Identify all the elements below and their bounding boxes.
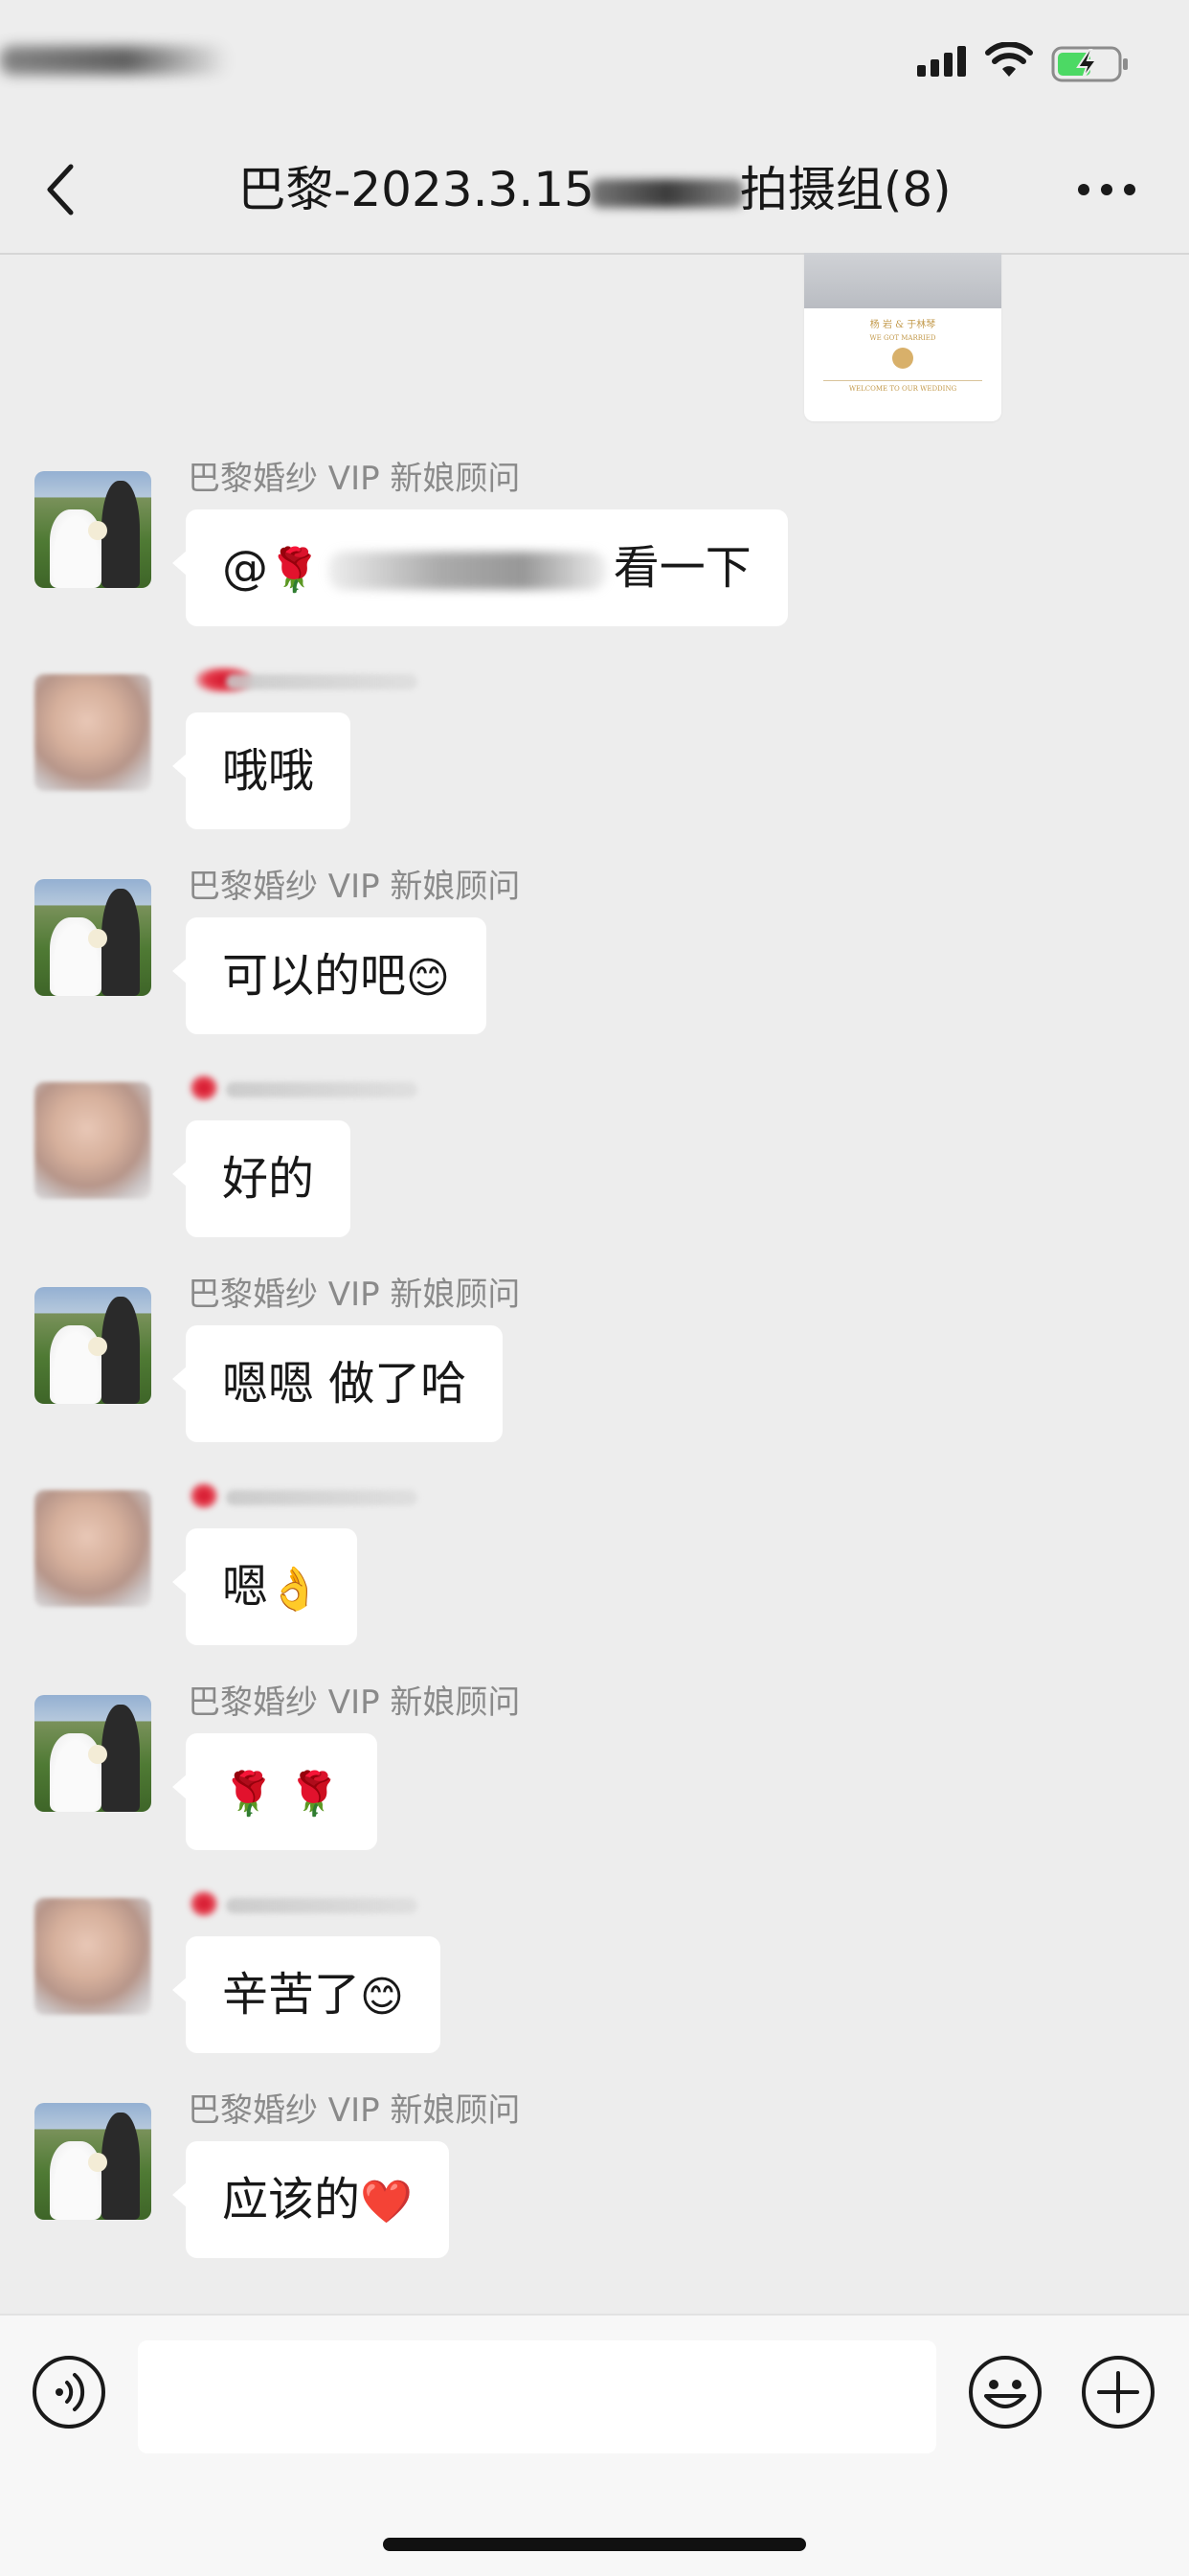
- card-names: 杨 岩 & 于林琴: [869, 320, 936, 330]
- avatar[interactable]: [34, 1898, 151, 2015]
- message-input[interactable]: [138, 2340, 936, 2453]
- chat-title: 巴黎-2023.3.15 拍摄组(8): [0, 161, 1189, 218]
- smile-emoji: 😊: [406, 954, 450, 1003]
- message-text: 嗯: [222, 1560, 269, 1614]
- avatar[interactable]: [34, 1695, 151, 1812]
- sender-name-blurred: [188, 663, 437, 701]
- wifi-icon: [985, 42, 1033, 77]
- plus-icon[interactable]: [1080, 2354, 1156, 2430]
- smile-emoji: 😊: [360, 1973, 404, 2022]
- avatar[interactable]: [34, 1490, 151, 1607]
- heart-emoji: ❤️: [360, 2178, 413, 2226]
- sender-name-blurred: [188, 1071, 437, 1109]
- avatar[interactable]: [34, 879, 151, 996]
- card-welcome: WELCOME TO OUR WEDDING: [848, 385, 957, 393]
- message-text: 嗯嗯 做了哈: [222, 1357, 467, 1411]
- chat-title-prefix: 巴黎-2023.3.15: [237, 162, 594, 217]
- rose-emblem-icon: [892, 348, 913, 369]
- voice-icon[interactable]: [31, 2354, 107, 2430]
- more-icon[interactable]: [1078, 180, 1135, 199]
- sender-name-blurred: [188, 1479, 437, 1517]
- mention-name-blurred: [327, 552, 606, 590]
- message-bubble[interactable]: 好的: [171, 1120, 351, 1237]
- image-message[interactable]: 杨 岩 & 于林琴 WE GOT MARRIED WELCOME TO OUR …: [804, 253, 1001, 421]
- home-indicator[interactable]: [383, 2538, 806, 2551]
- message-text: 辛苦了: [222, 1968, 361, 2022]
- message-bubble[interactable]: 辛苦了😊: [172, 1936, 440, 2053]
- status-time-blurred: [0, 46, 230, 75]
- rose-emoji: 🌹: [268, 546, 321, 595]
- message-bubble[interactable]: 可以的吧😊: [172, 917, 486, 1034]
- ok-hand-emoji: 👌: [268, 1565, 321, 1614]
- emoji-icon[interactable]: [967, 2354, 1043, 2430]
- message-bubble[interactable]: 哦哦: [171, 712, 351, 829]
- avatar[interactable]: [34, 2103, 151, 2220]
- message-bubble[interactable]: 🌹 🌹: [172, 1733, 377, 1850]
- message-text: 应该的: [222, 2173, 361, 2226]
- card-divider: [823, 380, 982, 381]
- sender-name: 巴黎婚纱 VIP 新娘顾问: [188, 2091, 521, 2130]
- sender-name: 巴黎婚纱 VIP 新娘顾问: [188, 1276, 521, 1314]
- avatar[interactable]: [34, 471, 151, 588]
- avatar[interactable]: [34, 1082, 151, 1199]
- input-bar: [0, 2314, 1189, 2576]
- chat-header: 巴黎-2023.3.15 拍摄组(8): [0, 126, 1189, 255]
- avatar[interactable]: [34, 674, 151, 791]
- sender-name: 巴黎婚纱 VIP 新娘顾问: [188, 460, 521, 498]
- sender-name: 巴黎婚纱 VIP 新娘顾问: [188, 868, 521, 906]
- avatar[interactable]: [34, 1287, 151, 1404]
- message-text: 好的: [222, 1152, 315, 1206]
- mention-prefix: @: [222, 541, 268, 595]
- message-bubble[interactable]: @🌹 看一下: [172, 509, 788, 626]
- status-bar: [0, 0, 1189, 126]
- message-text: 看一下: [613, 541, 752, 595]
- battery-icon: [1051, 46, 1128, 82]
- signal-icon: [917, 46, 966, 77]
- card-subtitle: WE GOT MARRIED: [869, 334, 936, 342]
- chat-title-suffix: 拍摄组(8): [739, 162, 952, 217]
- message-bubble[interactable]: 嗯👌: [172, 1528, 357, 1645]
- rose-emoji: 🌹 🌹: [222, 1770, 341, 1819]
- wedding-photo: [804, 253, 1001, 308]
- message-bubble[interactable]: 应该的❤️: [172, 2141, 449, 2258]
- message-bubble[interactable]: 嗯嗯 做了哈: [171, 1325, 504, 1442]
- message-text: 可以的吧: [222, 949, 407, 1003]
- sender-name-blurred: [188, 1887, 437, 1925]
- message-text: 哦哦: [222, 744, 315, 798]
- chat-title-blurred: [590, 178, 744, 208]
- sender-name: 巴黎婚纱 VIP 新娘顾问: [188, 1683, 521, 1722]
